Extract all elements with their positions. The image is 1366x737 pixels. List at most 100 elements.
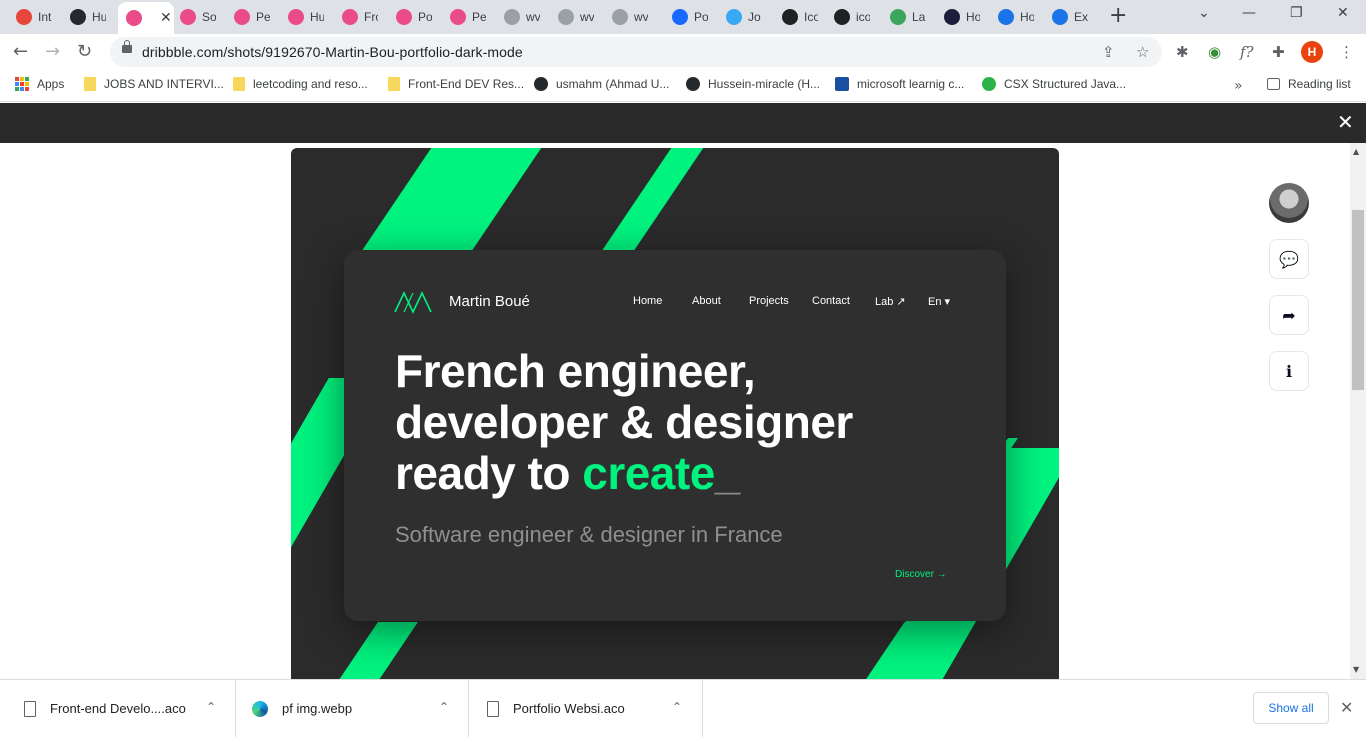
- a-icon: [944, 9, 960, 25]
- tab-title: wv: [526, 10, 540, 24]
- bookmark-label: Hussein-miracle (H...: [708, 77, 821, 91]
- shot-nav-contact: Contact: [812, 295, 850, 307]
- tab-close-icon[interactable]: ✕: [160, 10, 172, 26]
- forward-button[interactable]: →: [45, 42, 60, 62]
- download-filename: pf img.webp: [282, 701, 353, 716]
- tab-15[interactable]: ico: [826, 2, 878, 32]
- tab-7[interactable]: Po: [388, 2, 440, 32]
- shot-modal: Martin Boué Home About Projects Contact …: [0, 143, 1366, 679]
- browser-menu-icon[interactable]: ⋮: [1339, 43, 1354, 61]
- portfolio-card: Martin Boué Home About Projects Contact …: [344, 250, 1006, 621]
- bookmark-item[interactable]: JOBS AND INTERVI...: [84, 77, 224, 91]
- designer-avatar[interactable]: [1269, 183, 1309, 223]
- tab-5[interactable]: Hu: [280, 2, 332, 32]
- tab-14[interactable]: Ico: [774, 2, 826, 32]
- dribbble-icon: [396, 9, 412, 25]
- shot-image[interactable]: Martin Boué Home About Projects Contact …: [291, 148, 1059, 679]
- fx-extension-icon[interactable]: f?: [1240, 43, 1254, 61]
- extensions-puzzle-icon[interactable]: ✚: [1272, 43, 1285, 61]
- tab-title: Int: [38, 10, 52, 24]
- dribbble-icon: [288, 9, 304, 25]
- behance-icon: [612, 9, 628, 25]
- downloads-close-button[interactable]: ✕: [1340, 698, 1353, 717]
- github-icon: [70, 9, 86, 25]
- tab-13[interactable]: Jo: [718, 2, 770, 32]
- tab-19[interactable]: Ext: [1044, 2, 1096, 32]
- download-options-icon[interactable]: ⌃: [206, 700, 216, 714]
- bookmark-item[interactable]: leetcoding and reso...: [233, 77, 368, 91]
- tab-17[interactable]: Ho: [936, 2, 988, 32]
- shot-nav-projects: Projects: [749, 295, 789, 307]
- github-icon: [534, 77, 548, 91]
- bookmark-item[interactable]: CSX Structured Java...: [982, 77, 1126, 91]
- info-button[interactable]: ℹ: [1269, 351, 1309, 391]
- overlay-close-button[interactable]: ✕: [1337, 111, 1354, 133]
- bookmark-label: leetcoding and reso...: [253, 77, 368, 91]
- tab-9[interactable]: wv: [496, 2, 548, 32]
- lock-icon[interactable]: [122, 40, 132, 53]
- back-button[interactable]: ←: [13, 42, 28, 62]
- address-bar[interactable]: dribbble.com/shots/9192670-Martin-Bou-po…: [110, 37, 1162, 67]
- dribbble-icon: [450, 9, 466, 25]
- maximize-button[interactable]: ❐: [1290, 5, 1303, 21]
- new-tab-button[interactable]: +: [1109, 5, 1127, 27]
- url-text[interactable]: dribbble.com/shots/9192670-Martin-Bou-po…: [142, 44, 523, 60]
- bug-extension-icon[interactable]: ✱: [1176, 43, 1189, 61]
- icon-icon: [782, 9, 798, 25]
- scrollbar-thumb[interactable]: [1352, 210, 1364, 390]
- github-icon: [686, 77, 700, 91]
- comment-button[interactable]: 💬: [1269, 239, 1309, 279]
- scroll-up-icon[interactable]: ▲: [1353, 147, 1359, 156]
- tab-11[interactable]: wv: [604, 2, 656, 32]
- puzzle-icon: [1052, 9, 1068, 25]
- download-options-icon[interactable]: ⌃: [439, 700, 449, 714]
- tab-2[interactable]: ✕: [118, 2, 174, 34]
- tab-18[interactable]: Ho: [990, 2, 1042, 32]
- overlay-backdrop[interactable]: [0, 103, 1366, 143]
- minimize-button[interactable]: —: [1242, 5, 1256, 21]
- downloads-bar: Front-end Develo....aco ⌃ pf img.webp ⌃ …: [0, 679, 1366, 737]
- reload-button[interactable]: ↻: [77, 42, 92, 62]
- scroll-down-icon[interactable]: ▼: [1353, 665, 1359, 674]
- tab-strip: Int Hu ✕ So Pe Hu Fro Po Pe wv wv wv Po Jo Ico ico La Ho H…: [0, 0, 1366, 34]
- bookmark-star-icon[interactable]: ☆: [1136, 43, 1149, 61]
- tab-0[interactable]: Int: [8, 2, 60, 32]
- download-item[interactable]: pf img.webp ⌃: [236, 680, 469, 737]
- tab-10[interactable]: wv: [550, 2, 602, 32]
- hero-accent-word: create: [582, 447, 715, 499]
- csx-icon: [982, 77, 996, 91]
- tab-6[interactable]: Fro: [334, 2, 386, 32]
- bookmark-item[interactable]: Hussein-miracle (H...: [686, 77, 820, 91]
- tab-16[interactable]: La: [882, 2, 934, 32]
- bookmarks-overflow-icon[interactable]: »: [1234, 78, 1243, 94]
- apps-grid-icon: [15, 77, 29, 91]
- reading-list-icon: [1267, 78, 1280, 90]
- tab-8[interactable]: Pe: [442, 2, 494, 32]
- show-all-downloads-button[interactable]: Show all: [1253, 692, 1329, 724]
- profile-avatar[interactable]: H: [1301, 41, 1323, 63]
- share-button[interactable]: ➦: [1269, 295, 1309, 335]
- bookmark-item[interactable]: microsoft learnig c...: [835, 77, 964, 91]
- bookmark-item[interactable]: usmahm (Ahmad U...: [534, 77, 669, 91]
- download-options-icon[interactable]: ⌃: [672, 700, 682, 714]
- bookmark-item[interactable]: Apps: [15, 77, 64, 91]
- globe-extension-icon[interactable]: ◉: [1208, 43, 1221, 61]
- download-item[interactable]: Front-end Develo....aco ⌃: [0, 680, 236, 737]
- tab-title: Pe: [472, 10, 486, 24]
- tab-1[interactable]: Hu: [62, 2, 114, 32]
- tab-title: Po: [418, 10, 432, 24]
- tab-title: So: [202, 10, 216, 24]
- edge-icon: [252, 700, 268, 717]
- window-close-button[interactable]: ✕: [1337, 5, 1349, 21]
- download-filename: Portfolio Websi.aco: [513, 701, 625, 716]
- tab-title: Ho: [966, 10, 980, 24]
- tab-12[interactable]: Po: [664, 2, 716, 32]
- bookmark-item[interactable]: Front-End DEV Res...: [388, 77, 524, 91]
- tab-search-icon[interactable]: ⌄: [1198, 5, 1210, 21]
- tab-4[interactable]: Pe: [226, 2, 278, 32]
- download-item[interactable]: Portfolio Websi.aco ⌃: [469, 680, 703, 737]
- shot-nav-about: About: [692, 295, 721, 307]
- reading-list-button[interactable]: Reading list: [1267, 77, 1351, 91]
- share-icon[interactable]: ⇪: [1102, 43, 1115, 61]
- tab-3[interactable]: So: [172, 2, 224, 32]
